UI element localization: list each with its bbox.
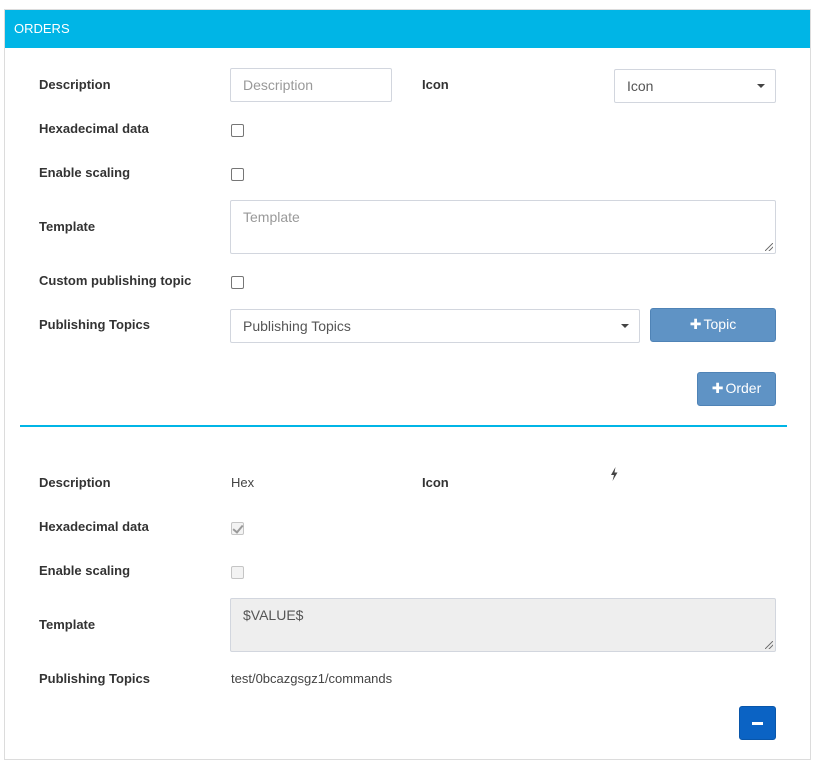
add-order-label: Order [725,380,762,396]
icon-select[interactable]: Icon [614,69,776,103]
add-topic-button[interactable]: ✚ Topic [650,308,776,342]
chevron-down-icon [757,84,765,88]
order-hex-checkbox [231,522,244,535]
custom-topic-checkbox[interactable] [231,276,244,289]
chevron-down-icon [621,324,629,328]
minus-icon [752,722,763,725]
custom-topic-label: Custom publishing topic [39,273,192,288]
hex-label: Hexadecimal data [39,121,149,136]
scaling-label: Enable scaling [39,165,131,180]
icon-label: Icon [422,77,449,92]
plus-icon: ✚ [711,380,724,396]
order-description-value: Hex [231,475,255,490]
order-template-value: $VALUE$ [243,607,304,623]
order-hex-label: Hexadecimal data [39,519,149,534]
topics-select-placeholder: Publishing Topics [243,318,351,334]
scaling-checkbox[interactable] [231,168,244,181]
order-topics-label: Publishing Topics [39,671,150,686]
order-description-label: Description [39,475,111,490]
plus-icon: ✚ [689,316,702,332]
resize-handle-icon [765,641,773,649]
order-topics-value: test/0bcazgsgz1/commands [231,671,393,686]
hex-checkbox[interactable] [231,124,244,137]
icon-select-placeholder: Icon [627,78,654,94]
section-divider [20,425,787,427]
checkmark-icon [232,522,244,534]
panel-title: ORDERS [14,21,70,36]
order-template-textarea: $VALUE$ [230,598,776,652]
template-placeholder: Template [243,209,300,225]
remove-order-button[interactable] [739,706,776,740]
add-order-button[interactable]: ✚ Order [697,372,776,406]
template-label: Template [39,219,96,234]
add-topic-label: Topic [703,316,737,332]
panel-header: ORDERS [5,10,810,48]
topics-label: Publishing Topics [39,317,150,332]
resize-handle-icon[interactable] [765,243,773,251]
order-template-label: Template [39,617,96,632]
description-input[interactable] [230,68,392,102]
topics-select[interactable]: Publishing Topics [230,309,640,343]
order-scaling-label: Enable scaling [39,563,131,578]
order-scaling-checkbox [231,566,244,579]
order-icon-label: Icon [422,475,449,490]
bolt-icon [611,467,618,481]
template-textarea[interactable]: Template [230,200,776,254]
description-label: Description [39,77,111,92]
